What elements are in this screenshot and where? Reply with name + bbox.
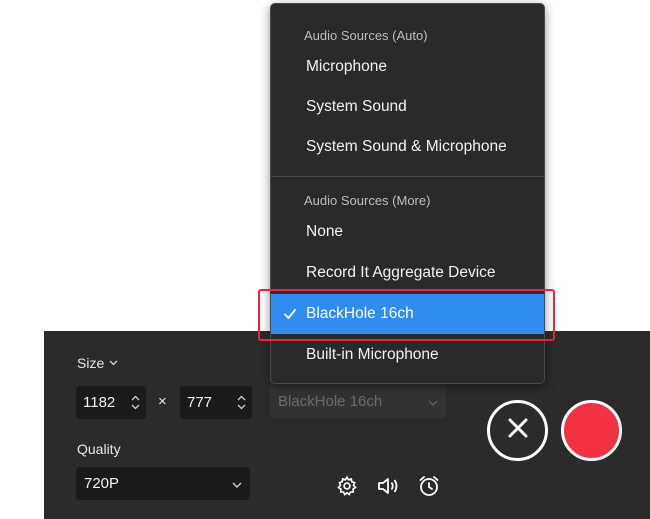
menu-item-system-sound-and-microphone[interactable]: System Sound & Microphone [271,127,544,167]
size-dropdown[interactable]: Size [77,355,118,371]
menu-item-built-in-microphone[interactable]: Built-in Microphone [271,335,544,375]
menu-item-none[interactable]: None [271,212,544,252]
height-stepper[interactable] [234,395,248,410]
record-button[interactable] [561,400,622,461]
height-input[interactable]: 777 [180,386,252,419]
menu-item-microphone[interactable]: Microphone [271,47,544,87]
menu-item-record-it-aggregate-device[interactable]: Record It Aggregate Device [271,253,544,293]
menu-item-label: Microphone [306,58,387,75]
gear-icon[interactable] [334,473,360,499]
quality-select[interactable]: 720P [76,467,250,500]
chevron-up-icon[interactable] [131,395,140,401]
audio-source-select[interactable]: BlackHole 16ch [270,384,446,418]
menu-item-label: Built-in Microphone [306,346,439,363]
menu-divider [271,176,544,177]
width-value: 1182 [83,394,116,411]
close-icon [505,415,531,446]
chevron-down-icon[interactable] [237,404,246,410]
size-label: Size [77,355,105,371]
quality-value: 720P [84,475,120,492]
height-value: 777 [187,394,213,411]
menu-item-system-sound[interactable]: System Sound [271,87,544,127]
menu-header-auto: Audio Sources (Auto) [304,28,428,43]
quality-label: Quality [77,441,121,457]
menu-header-more: Audio Sources (More) [304,193,431,208]
width-stepper[interactable] [128,395,142,410]
width-input[interactable]: 1182 [76,386,146,419]
menu-item-label: Record It Aggregate Device [306,264,496,281]
close-button[interactable] [487,400,548,461]
alarm-clock-icon[interactable] [416,473,442,499]
chevron-up-icon[interactable] [237,395,246,401]
speaker-icon[interactable] [375,473,401,499]
screen: Size 1182 × 777 BlackHole 16ch Quality 7… [0,0,650,519]
chevron-down-icon [428,393,438,410]
menu-item-label: None [306,223,344,240]
highlight-annotation-box [258,289,555,341]
menu-item-label: System Sound & Microphone [306,138,507,155]
chevron-down-icon [232,475,242,492]
chevron-down-icon [109,360,118,366]
chevron-down-icon[interactable] [131,404,140,410]
menu-item-label: System Sound [306,98,407,115]
times-symbol: × [158,393,167,410]
audio-source-value: BlackHole 16ch [278,392,383,410]
